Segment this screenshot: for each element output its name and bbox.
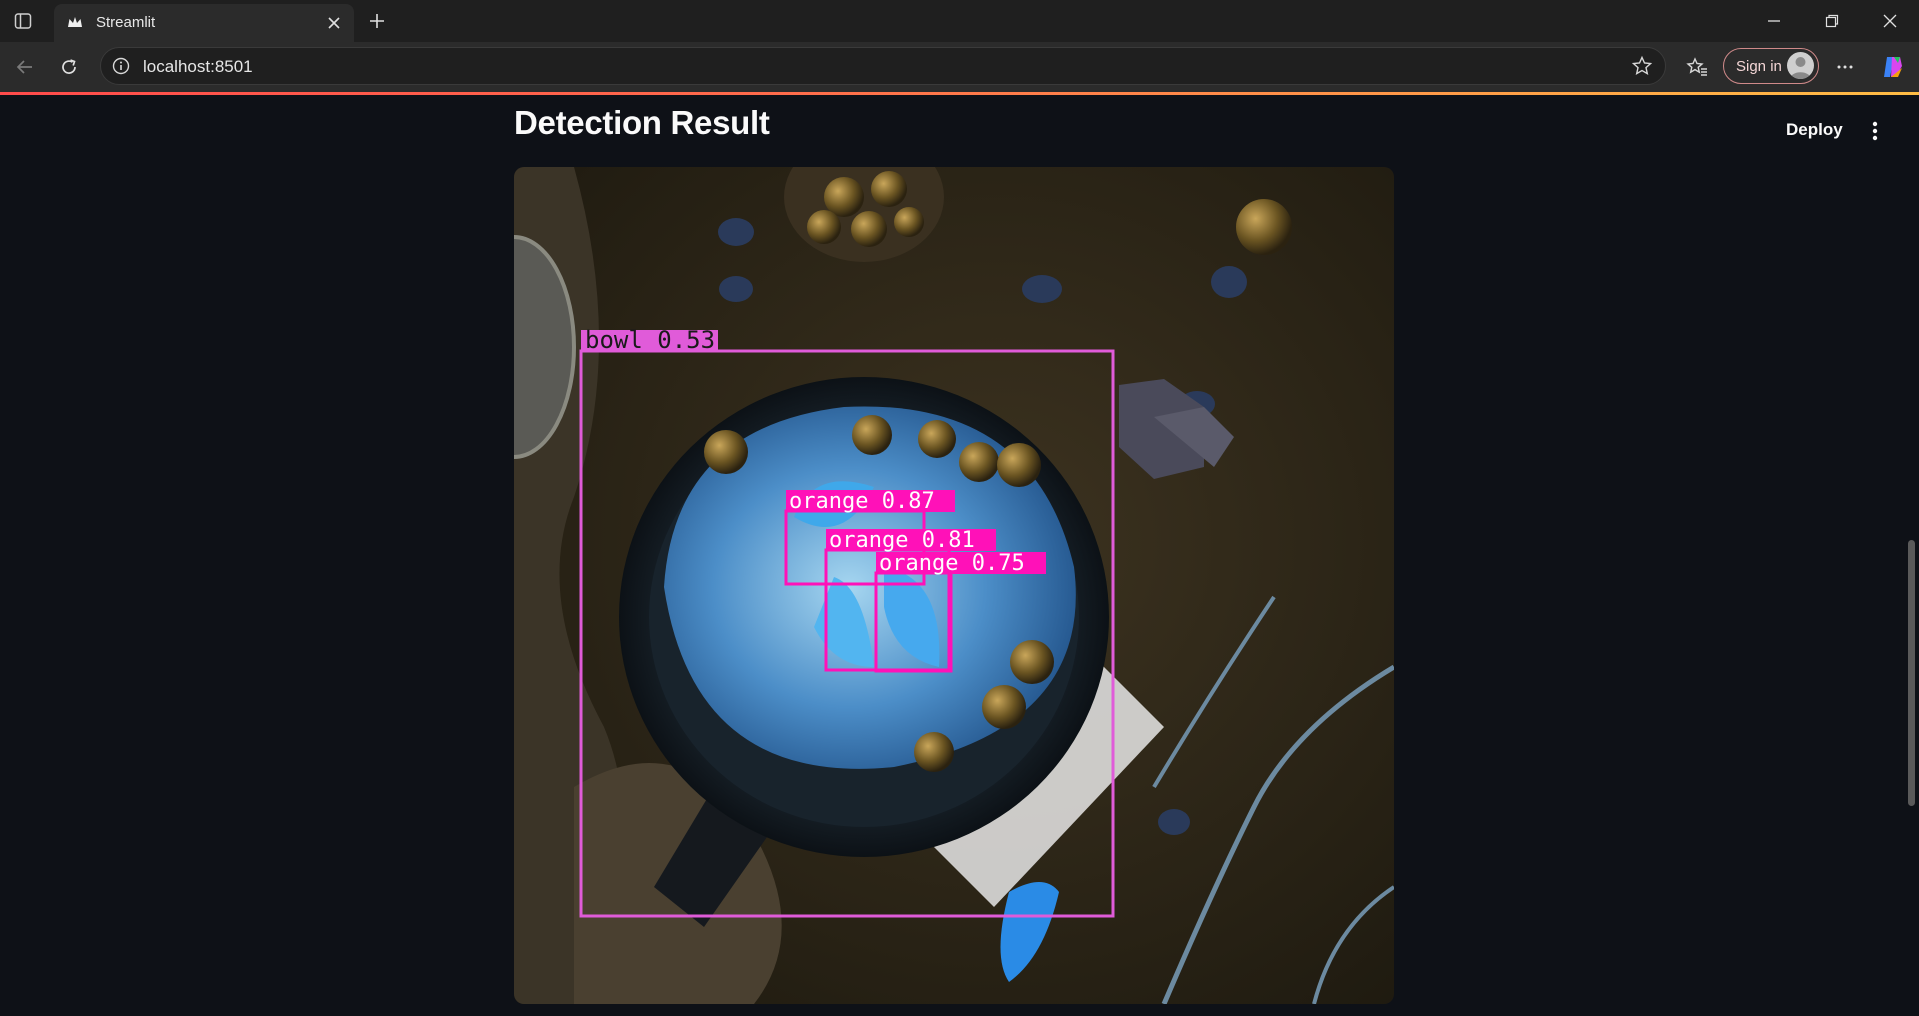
info-icon[interactable] (111, 56, 131, 76)
detection-result-image: bowl 0.53 orange 0.87 orange 0.81 orange… (514, 167, 1394, 1004)
sign-in-button[interactable]: Sign in (1723, 48, 1819, 84)
plus-icon[interactable] (364, 8, 390, 34)
close-icon[interactable] (322, 11, 346, 35)
restore-icon[interactable] (1803, 0, 1861, 42)
streamlit-crown-icon (66, 14, 84, 32)
page-title: Detection Result (514, 104, 770, 141)
window-close-icon[interactable] (1861, 0, 1919, 42)
favorites-icon[interactable] (1680, 50, 1714, 84)
browser-toolbar: localhost:8501 Sign in (0, 42, 1919, 92)
reload-icon[interactable] (52, 50, 86, 84)
back-icon[interactable] (8, 50, 42, 84)
minimize-icon[interactable] (1745, 0, 1803, 42)
scrollbar-thumb[interactable] (1908, 540, 1915, 806)
vertical-ellipsis-icon[interactable] (1864, 116, 1886, 146)
sign-in-label: Sign in (1736, 58, 1782, 75)
deploy-button[interactable]: Deploy (1778, 116, 1851, 144)
address-url[interactable]: localhost:8501 (143, 57, 253, 77)
detection-label-bowl: bowl 0.53 (585, 326, 715, 354)
browser-tab[interactable]: Streamlit (54, 4, 354, 42)
detection-label-orange-1: orange 0.87 (789, 489, 935, 514)
avatar (1787, 52, 1814, 79)
star-icon[interactable] (1631, 55, 1653, 77)
detection-label-orange-2: orange 0.81 (829, 528, 975, 553)
loading-accent-bar (0, 92, 1919, 95)
tab-title: Streamlit (96, 14, 156, 31)
browser-tab-bar: Streamlit (0, 0, 1919, 42)
tab-actions-icon[interactable] (12, 10, 34, 32)
detection-label-orange-3: orange 0.75 (879, 551, 1025, 576)
more-icon[interactable] (1828, 50, 1862, 84)
address-bar[interactable]: localhost:8501 (100, 47, 1666, 85)
copilot-icon[interactable] (1876, 50, 1910, 84)
